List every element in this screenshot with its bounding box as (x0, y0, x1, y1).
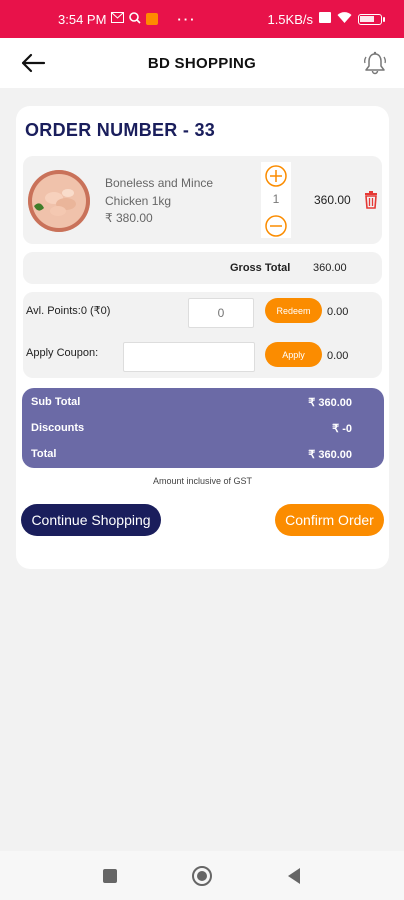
search-icon (129, 11, 141, 27)
trash-icon (365, 191, 377, 209)
home-button[interactable] (191, 865, 213, 887)
recent-apps-icon (103, 869, 117, 883)
item-total: 360.00 (314, 193, 351, 207)
app-notification-icon (146, 13, 159, 25)
points-label: Avl. Points:0 (₹0) (26, 305, 111, 317)
back-button[interactable] (16, 48, 50, 78)
increase-quantity-button[interactable] (264, 164, 288, 188)
coupon-input[interactable] (123, 342, 255, 372)
page-title: BD SHOPPING (147, 54, 257, 72)
coupon-label: Apply Coupon: (26, 347, 99, 359)
summary-value: ₹ -0 (332, 423, 352, 435)
status-left: 3:54 PM ··· (58, 12, 196, 27)
minus-circle-icon (265, 215, 287, 237)
vowifi-icon (319, 12, 331, 26)
coupon-value: 0.00 (327, 350, 349, 362)
notification-button[interactable] (360, 48, 390, 78)
confirm-order-button[interactable]: Confirm Order (275, 504, 384, 536)
status-right: 1.5KB/s (267, 11, 385, 27)
wifi-icon (337, 11, 352, 27)
home-icon (192, 866, 212, 886)
product-name: Boneless and Mince Chicken 1kg (105, 176, 214, 208)
discount-section: Avl. Points:0 (₹0) Redeem 0.00 Apply Cou… (23, 292, 382, 378)
points-value: 0.00 (327, 306, 349, 318)
quantity-value: 1 (272, 192, 280, 206)
delete-item-button[interactable] (363, 191, 379, 209)
summary-label: Discounts (31, 422, 85, 434)
plus-circle-icon (265, 165, 287, 187)
product-image (28, 170, 90, 232)
network-speed: 1.5KB/s (267, 11, 313, 27)
decrease-quantity-button[interactable] (264, 214, 288, 238)
summary-value: ₹ 360.00 (308, 449, 352, 461)
bell-icon (364, 51, 386, 75)
gst-note: Amount inclusive of GST (152, 476, 253, 486)
summary-value: ₹ 360.00 (308, 397, 352, 409)
product-price: ₹ 380.00 (105, 211, 153, 225)
summary-label: Total (31, 448, 57, 460)
system-nav-bar (0, 851, 404, 900)
order-title: ORDER NUMBER - 33 (25, 120, 216, 140)
summary-row-subtotal: Sub Total ₹ 360.00 (22, 396, 384, 412)
more-dots-icon: ··· (177, 11, 197, 27)
points-input[interactable] (188, 298, 254, 328)
status-time: 3:54 PM (58, 11, 107, 27)
arrow-left-icon (21, 53, 46, 73)
app-header: BD SHOPPING (0, 38, 404, 88)
gross-total-value: 360.00 (313, 262, 347, 274)
cart-item: Boneless and Mince Chicken 1kg ₹ 380.00 … (23, 156, 382, 244)
battery-icon (358, 13, 385, 25)
order-summary: Sub Total ₹ 360.00 Discounts ₹ -0 Total … (22, 388, 384, 468)
gross-total-label: Gross Total (230, 262, 291, 274)
status-bar: 3:54 PM ··· 1.5KB/s (0, 0, 404, 38)
back-triangle-icon (288, 868, 300, 884)
gmail-icon (111, 12, 125, 26)
summary-row-discounts: Discounts ₹ -0 (22, 422, 384, 438)
order-card: ORDER NUMBER - 33 Boneless and Mince Chi… (16, 106, 389, 569)
redeem-button[interactable]: Redeem (265, 298, 322, 323)
recent-apps-button[interactable] (99, 865, 121, 887)
gross-total-row: Gross Total 360.00 (23, 252, 382, 284)
summary-label: Sub Total (31, 396, 81, 408)
apply-coupon-button[interactable]: Apply (265, 342, 322, 367)
continue-shopping-button[interactable]: Continue Shopping (21, 504, 161, 536)
summary-row-total: Total ₹ 360.00 (22, 448, 384, 464)
back-nav-button[interactable] (283, 865, 305, 887)
quantity-stepper: 1 (261, 162, 291, 238)
